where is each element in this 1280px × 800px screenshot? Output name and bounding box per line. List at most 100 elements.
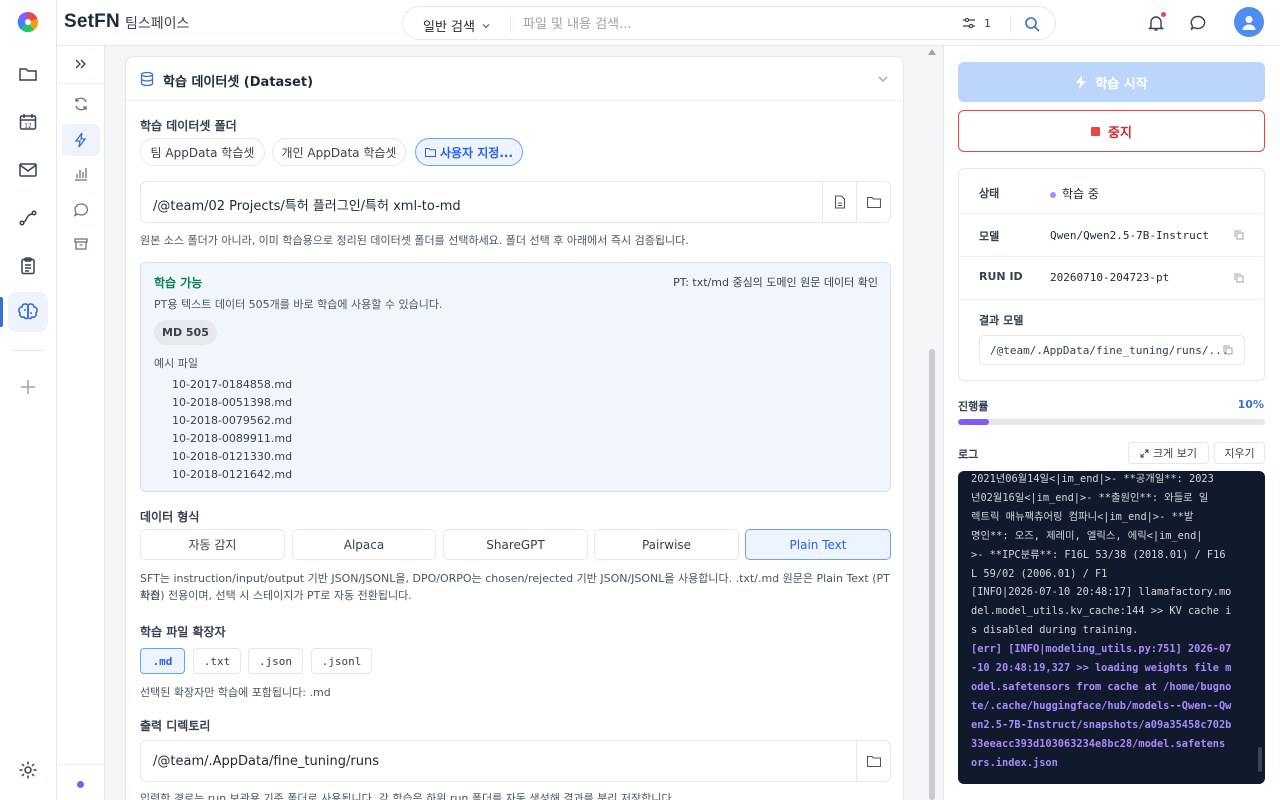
folder-browse-icon[interactable] (856, 182, 890, 222)
subnav-bottom-divider (57, 764, 104, 765)
progress-bar (958, 419, 1265, 425)
copy-icon[interactable] (1234, 273, 1244, 283)
model-value: Qwen/Qwen2.5-7B-Instruct (1050, 229, 1209, 242)
brand-logo[interactable]: SetFN (64, 11, 120, 33)
extension-label: 학습 파일 확장자 (140, 625, 226, 639)
ext-txt-button[interactable]: .txt (193, 648, 241, 674)
workflow-icon[interactable] (8, 198, 48, 238)
format-alpaca-button[interactable]: Alpaca (292, 529, 436, 560)
status-dot (77, 781, 84, 788)
runid-key: RUN ID (979, 270, 1023, 283)
folder-icon (424, 148, 436, 157)
app-logo-icon[interactable] (17, 11, 39, 33)
format-plaintext-button[interactable]: Plain Text (745, 529, 891, 560)
log-line: [INFO|2026-07-10 20:48:17] llamafactory.… (971, 586, 1232, 599)
result-model-field[interactable]: /@team/.AppData/fine_tuning/runs/... (979, 335, 1245, 365)
stop-button[interactable]: 중지 (958, 110, 1265, 152)
clipboard-icon[interactable] (8, 246, 48, 286)
progress-fill (958, 419, 989, 425)
sub-sidebar (57, 46, 105, 800)
example-files-label: 예시 파일 (154, 357, 198, 370)
output-dir-field[interactable]: /@team/.AppData/fine_tuning/runs (140, 740, 891, 782)
info-divider (960, 299, 1263, 300)
main-scroll-thumb[interactable] (929, 349, 935, 800)
log-line-err: odel.safetensors from cache at /home/bug… (971, 680, 1232, 693)
bolt-icon (1076, 75, 1087, 89)
example-file: 10-2018-0121330.md (172, 450, 293, 463)
workspace-name[interactable]: 팀스페이스 (125, 13, 189, 33)
chevron-down-icon (482, 23, 490, 28)
search-divider (510, 15, 511, 33)
filter-count: 1 (984, 16, 991, 30)
comment-icon[interactable] (62, 194, 100, 226)
log-scrollbar[interactable] (1258, 747, 1262, 772)
search-filter-button[interactable]: 1 (962, 16, 991, 30)
output-folder-icon[interactable] (856, 741, 890, 781)
log-console[interactable]: 2021년06월14일<|im_end|>- **공개일**: 2023 년02월… (958, 471, 1265, 784)
personal-appdata-button[interactable]: 개인 AppData 학습셋 (272, 138, 406, 166)
md-count-badge: MD 505 (154, 320, 217, 345)
ext-md-button[interactable]: .md (140, 648, 185, 674)
rail-divider (12, 350, 44, 351)
mail-icon[interactable] (8, 150, 48, 190)
search-input[interactable] (523, 13, 903, 35)
collapse-chevron-icon[interactable] (877, 73, 889, 85)
format-pairwise-button[interactable]: Pairwise (594, 529, 739, 560)
chat-icon[interactable] (1187, 12, 1209, 34)
expand-icon[interactable] (62, 48, 100, 80)
log-content: 2021년06월14일<|im_end|>- **공개일**: 2023 년02월… (971, 471, 1256, 773)
result-key: 결과 모델 (979, 314, 1024, 327)
log-line: 명인**: 오즈, 제레미, 엘릭스, 에릭<|im_end| (971, 529, 1203, 542)
avatar[interactable] (1234, 7, 1264, 37)
info-divider (960, 213, 1263, 214)
info-divider (960, 256, 1263, 257)
clear-log-button[interactable]: 지우기 (1214, 442, 1265, 464)
dataset-title: 학습 데이터셋 (Dataset) (163, 75, 314, 90)
output-dir-help: 입력한 경로는 run 보관용 기준 폴더로 사용됩니다. 각 학습은 하위 r… (140, 792, 676, 800)
progress-label: 진행률 (958, 400, 989, 413)
dataset-card: 학습 데이터셋 (Dataset) 학습 데이터셋 폴더 팀 AppData 학… (125, 56, 904, 800)
dataset-folder-label: 학습 데이터셋 폴더 (140, 119, 237, 133)
dataset-path-field[interactable]: /@team/02 Projects/특허 플러그인/특허 xml-to-md (140, 181, 891, 223)
custom-folder-button[interactable]: 사용자 지정... (415, 138, 523, 166)
example-file: 10-2018-0121642.md (172, 468, 293, 481)
file-icon[interactable] (822, 182, 856, 222)
example-file: 10-2018-0079562.md (172, 414, 293, 427)
format-sharegpt-button[interactable]: ShareGPT (443, 529, 588, 560)
log-line: L 59/02 (2006.01) / F1 (971, 567, 1108, 580)
format-auto-button[interactable]: 자동 감지 (140, 529, 285, 560)
example-file: 10-2017-0184858.md (172, 378, 293, 391)
refresh-icon[interactable] (62, 88, 100, 120)
search-bar: 일반 검색 1 (402, 6, 1056, 40)
ext-json-button[interactable]: .json (248, 648, 303, 674)
start-training-button[interactable]: 학습 시작 (958, 62, 1265, 102)
settings-icon[interactable] (8, 750, 48, 790)
format-help-line-2: 학습) 전용이며, 선택 시 스테이지가 PT로 자동 전환됩니다. (140, 589, 412, 602)
search-mode-select[interactable]: 일반 검색 (423, 16, 491, 35)
chart-icon[interactable] (62, 158, 100, 190)
ext-jsonl-button[interactable]: .jsonl (311, 648, 372, 674)
dataset-card-header[interactable]: 학습 데이터셋 (Dataset) (126, 57, 903, 101)
database-icon (140, 71, 154, 87)
folder-icon[interactable] (8, 54, 48, 94)
search-icon[interactable] (1023, 15, 1041, 33)
expand-log-label: 크게 보기 (1153, 447, 1197, 460)
calendar-icon[interactable]: 12 (8, 102, 48, 142)
plus-icon[interactable] (8, 367, 48, 407)
output-dir-value: /@team/.AppData/fine_tuning/runs (153, 754, 380, 769)
archive-icon[interactable] (62, 228, 100, 260)
team-appdata-button[interactable]: 팀 AppData 학습셋 (140, 138, 265, 166)
bell-icon[interactable] (1145, 12, 1167, 34)
brain-icon[interactable] (8, 292, 48, 332)
log-line: 렉트릭 매뉴팩츄어링 컴파니<|im_end|>- **발 (971, 510, 1194, 523)
main-panel: 학습 데이터셋 (Dataset) 학습 데이터셋 폴더 팀 AppData 학… (105, 46, 943, 800)
expand-log-button[interactable]: 크게 보기 (1128, 442, 1209, 464)
copy-icon[interactable] (1223, 345, 1233, 355)
expand-arrows-icon (1140, 449, 1149, 457)
bolt-icon[interactable] (62, 124, 100, 156)
data-format-label: 데이터 형식 (140, 510, 200, 524)
scroll-up-icon[interactable] (928, 49, 936, 55)
copy-icon[interactable] (1234, 230, 1244, 240)
status-dot (1050, 191, 1056, 198)
dataset-path-help: 원본 소스 폴더가 아니라, 이미 학습용으로 정리된 데이터셋 폴더를 선택하… (140, 234, 689, 247)
